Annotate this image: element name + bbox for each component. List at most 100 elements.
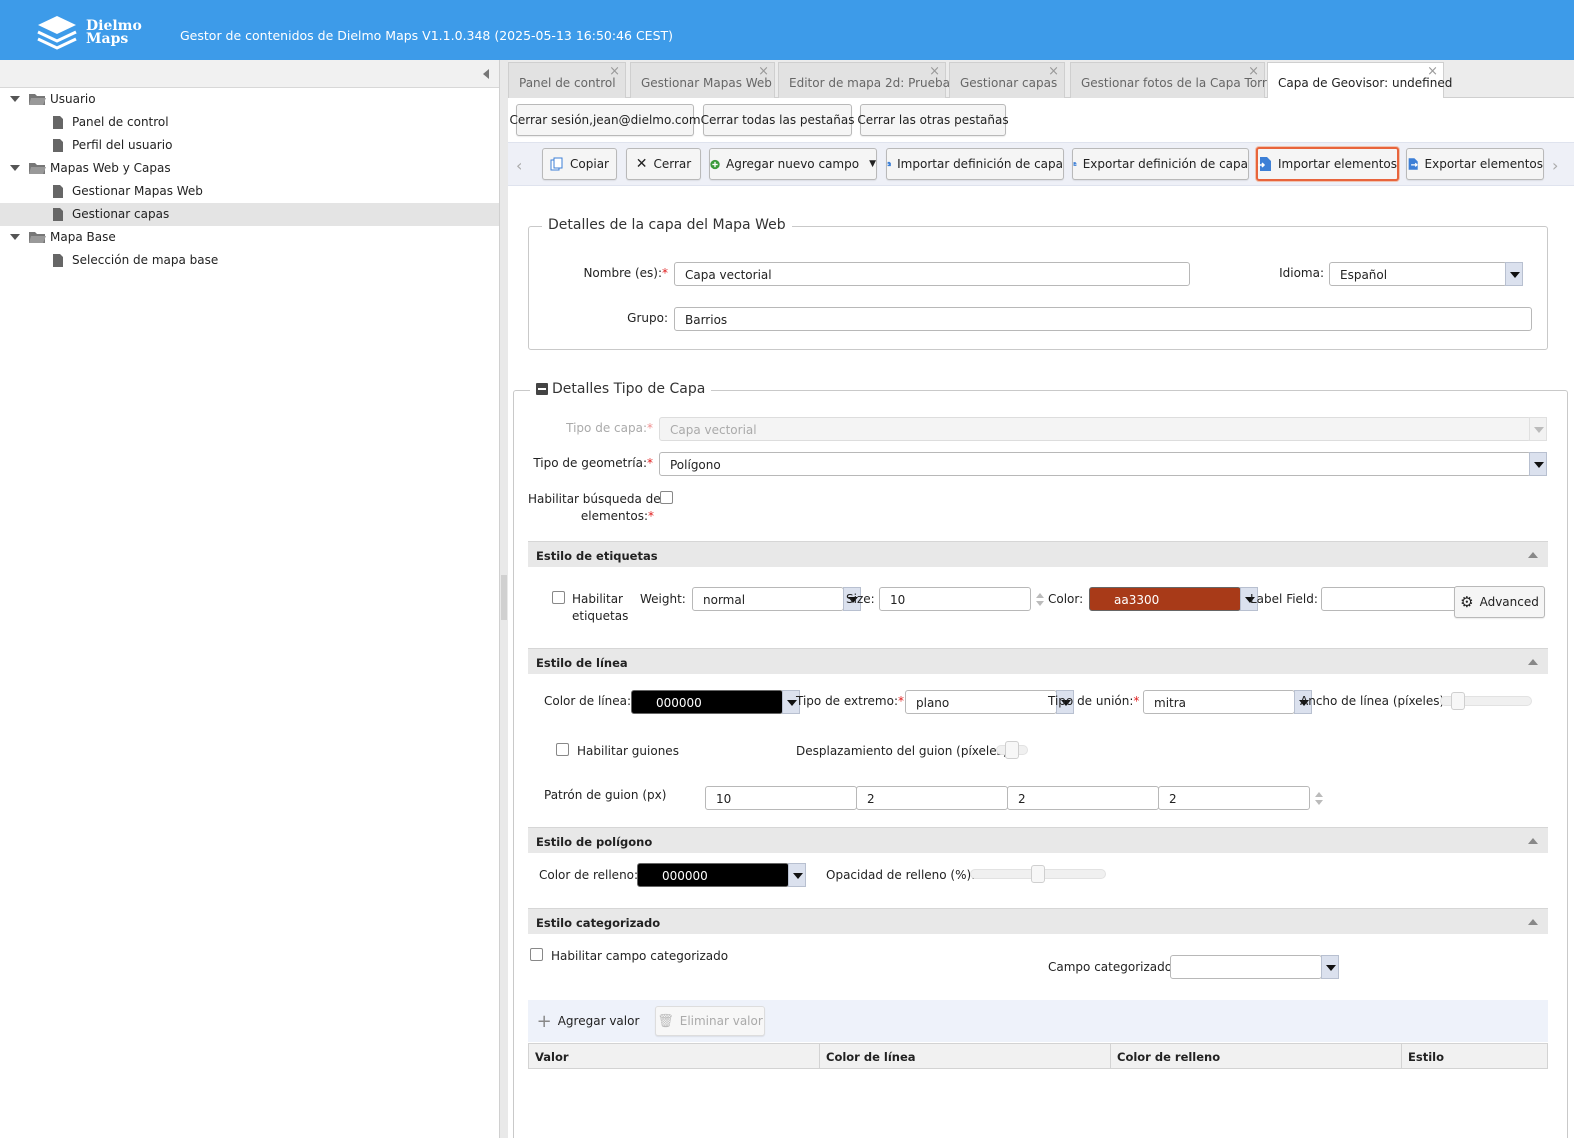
remove-value-button[interactable]: 🗑 Eliminar valor <box>655 1006 765 1036</box>
export-elements-button[interactable]: Exportar elementos <box>1406 148 1544 180</box>
dash-pattern-input-3[interactable]: 2 <box>1007 786 1159 810</box>
close-tab-icon[interactable]: × <box>1427 64 1438 79</box>
close-tab-icon[interactable]: × <box>929 64 940 79</box>
dash-pattern-spinner[interactable] <box>1313 787 1325 811</box>
line-color-picker[interactable]: 000000 <box>631 690 783 714</box>
splitter-grip[interactable] <box>501 575 507 620</box>
size-spinner[interactable] <box>1034 588 1046 612</box>
fill-opacity-slider[interactable] <box>970 865 1106 883</box>
expand-caret-icon[interactable] <box>10 165 20 171</box>
tree-item[interactable]: Mapa Base <box>0 226 499 249</box>
label-color-picker[interactable]: aa3300 <box>1089 587 1241 611</box>
scroll-right-icon[interactable]: › <box>1552 156 1558 175</box>
close-other-tabs-button[interactable]: Cerrar las otras pestañas <box>857 104 1009 136</box>
name-input[interactable]: Capa vectorial <box>674 262 1190 286</box>
geometry-type-select[interactable]: Polígono <box>659 452 1531 476</box>
language-dropdown-button[interactable] <box>1505 262 1523 286</box>
import-definition-button[interactable]: Importar definición de capa <box>886 148 1064 180</box>
collapse-panel-icon[interactable] <box>483 69 489 79</box>
close-tab-icon[interactable]: × <box>758 64 769 79</box>
line-end-select[interactable]: plano <box>905 690 1057 714</box>
document-icon <box>53 185 63 198</box>
folder-open-icon <box>29 94 46 105</box>
close-tab-icon[interactable]: × <box>1248 64 1259 79</box>
tab[interactable]: Gestionar capas × <box>949 62 1065 98</box>
tree-item[interactable]: Panel de control <box>0 111 499 134</box>
group-input[interactable]: Barrios <box>674 307 1532 331</box>
enable-category-checkbox[interactable] <box>530 948 543 961</box>
category-style-header[interactable]: Estilo categorizado <box>528 908 1548 934</box>
enable-dashes-checkbox[interactable] <box>556 743 569 756</box>
export-definition-button[interactable]: Exportar definición de capa <box>1072 148 1249 180</box>
language-label: Idioma: <box>1279 266 1324 280</box>
line-end-label: Tipo de extremo:* <box>796 694 904 708</box>
size-input[interactable]: 10 <box>879 587 1031 611</box>
label-field-input[interactable] <box>1321 587 1461 611</box>
fill-color-picker[interactable]: 000000 <box>637 863 789 887</box>
tab[interactable]: Editor de mapa 2d: Prueba × <box>778 62 950 98</box>
import-file-icon <box>887 161 891 167</box>
line-style-header[interactable]: Estilo de línea <box>528 648 1548 674</box>
close-button[interactable]: ✕ Cerrar <box>626 148 701 180</box>
dash-offset-label: Desplazamiento del guion (píxeles): <box>796 744 1012 758</box>
add-value-button[interactable]: + Agregar valor <box>537 1006 640 1036</box>
collapse-minus-icon[interactable] <box>536 383 548 395</box>
tab[interactable]: Panel de control × <box>508 62 626 98</box>
category-field-dropdown-button[interactable] <box>1321 955 1339 979</box>
tree-item-label: Usuario <box>50 92 96 106</box>
layer-type-dropdown-button <box>1529 417 1547 441</box>
tree-toolbar <box>0 60 499 88</box>
scroll-left-icon[interactable]: ‹ <box>516 156 522 175</box>
column-line-color[interactable]: Color de línea <box>820 1044 1111 1068</box>
logout-button[interactable]: Cerrar sesión,jean@dielmo.com <box>509 104 701 136</box>
line-width-slider-thumb[interactable] <box>1451 692 1465 710</box>
tree-item[interactable]: Perfil del usuario <box>0 134 499 157</box>
polygon-style-header[interactable]: Estilo de polígono <box>528 827 1548 853</box>
column-value[interactable]: Valor <box>529 1044 820 1068</box>
dash-offset-slider-thumb[interactable] <box>1005 741 1019 759</box>
copy-button[interactable]: Copiar <box>542 148 617 180</box>
expand-caret-icon[interactable] <box>10 96 20 102</box>
close-tab-icon[interactable]: × <box>609 64 620 79</box>
column-style[interactable]: Estilo <box>1402 1044 1547 1068</box>
tree-item[interactable]: Gestionar Mapas Web <box>0 180 499 203</box>
tree-item[interactable]: Gestionar capas <box>0 203 499 226</box>
document-icon <box>53 254 63 267</box>
element-search-checkbox[interactable] <box>660 491 673 504</box>
dash-pattern-input-1[interactable]: 10 <box>705 786 857 810</box>
label-style-header[interactable]: Estilo de etiquetas <box>528 541 1548 567</box>
tree-item[interactable]: Usuario <box>0 88 499 111</box>
tree-item[interactable]: Mapas Web y Capas <box>0 157 499 180</box>
category-field-select[interactable] <box>1170 955 1322 979</box>
close-all-tabs-button[interactable]: Cerrar todas las pestañas <box>701 104 854 136</box>
dash-pattern-input-2[interactable]: 2 <box>856 786 1008 810</box>
fill-opacity-slider-thumb[interactable] <box>1031 865 1045 883</box>
tab[interactable]: Gestionar Mapas Web × <box>630 62 775 98</box>
close-tab-icon[interactable]: × <box>1048 64 1059 79</box>
tab[interactable]: Gestionar fotos de la Capa Torre × <box>1070 62 1274 98</box>
advanced-button[interactable]: ⚙ Advanced <box>1454 586 1545 618</box>
expand-caret-icon[interactable] <box>10 234 20 240</box>
geometry-type-dropdown-button[interactable] <box>1529 452 1547 476</box>
size-label: Size: <box>846 592 875 606</box>
gear-icon: ⚙ <box>1460 593 1474 611</box>
dash-pattern-input-4[interactable]: 2 <box>1158 786 1310 810</box>
line-width-slider[interactable] <box>1440 692 1532 710</box>
enable-category-label: Habilitar campo categorizado <box>551 949 729 963</box>
tab-label: Gestionar capas <box>960 76 1058 90</box>
panel-splitter[interactable] <box>500 60 508 1138</box>
weight-select[interactable]: normal <box>692 587 844 611</box>
fill-color-dropdown-button[interactable] <box>788 863 806 887</box>
column-fill-color[interactable]: Color de relleno <box>1111 1044 1402 1068</box>
document-icon <box>53 208 63 221</box>
line-join-select[interactable]: mitra <box>1143 690 1295 714</box>
dash-offset-slider[interactable] <box>996 741 1028 759</box>
tree-item[interactable]: Selección de mapa base <box>0 249 499 272</box>
folder-open-icon <box>29 232 46 243</box>
import-elements-button[interactable]: Importar elementos <box>1256 147 1399 181</box>
folder-open-icon <box>29 163 46 174</box>
language-select[interactable]: Español <box>1329 262 1507 286</box>
enable-labels-checkbox[interactable] <box>552 591 565 604</box>
add-field-button[interactable]: Agregar nuevo campo ▼ <box>709 148 877 180</box>
tab[interactable]: Capa de Geovisor: undefined × <box>1267 62 1452 98</box>
